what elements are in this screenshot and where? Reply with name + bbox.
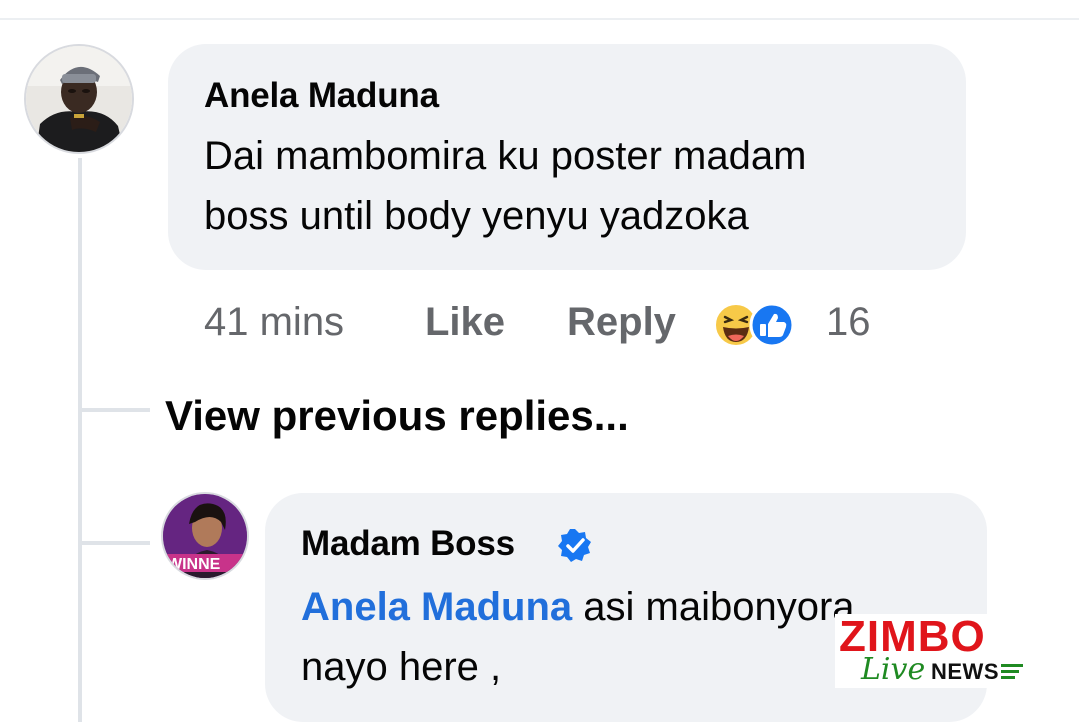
like-icon bbox=[749, 302, 795, 348]
thread-line bbox=[78, 158, 82, 722]
comment-timestamp[interactable]: 41 mins bbox=[204, 294, 344, 350]
verified-badge-icon bbox=[558, 529, 591, 562]
reply-text-line: nayo here , bbox=[301, 645, 502, 689]
mention-link[interactable]: Anela Maduna bbox=[301, 585, 572, 629]
watermark-lines-icon bbox=[1001, 664, 1023, 679]
top-divider bbox=[0, 18, 1079, 20]
user-photo-icon bbox=[26, 46, 132, 152]
comment-text-line: boss until body yenyu yadzoka bbox=[204, 194, 749, 238]
reaction-summary[interactable] bbox=[712, 300, 812, 350]
watermark-live: Live bbox=[861, 652, 926, 687]
comment-text-line: Dai mambomira ku poster madam bbox=[204, 134, 807, 178]
user-photo-icon: WINNE bbox=[163, 494, 247, 578]
like-button[interactable]: Like bbox=[425, 294, 505, 350]
reply-text: Anela Maduna asi maibonyora nayo here , bbox=[301, 577, 855, 697]
comment-text: Dai mambomira ku poster madam boss until… bbox=[204, 126, 806, 246]
avatar[interactable] bbox=[24, 44, 134, 154]
reaction-count[interactable]: 16 bbox=[826, 294, 871, 350]
reply-author[interactable]: Madam Boss bbox=[301, 524, 515, 564]
comment-author[interactable]: Anela Maduna bbox=[204, 76, 439, 116]
reply-button[interactable]: Reply bbox=[567, 294, 676, 350]
thread-branch bbox=[80, 408, 150, 412]
thread-branch bbox=[80, 541, 150, 545]
zimbo-live-news-watermark: ZIMBO Live NEWS bbox=[835, 614, 1025, 688]
avatar-badge-text: WINNE bbox=[167, 556, 221, 573]
reply-text-line: asi maibonyora bbox=[572, 585, 855, 629]
watermark-news: NEWS bbox=[931, 659, 999, 684]
avatar[interactable]: WINNE bbox=[161, 492, 249, 580]
view-previous-replies-link[interactable]: View previous replies... bbox=[165, 388, 629, 444]
